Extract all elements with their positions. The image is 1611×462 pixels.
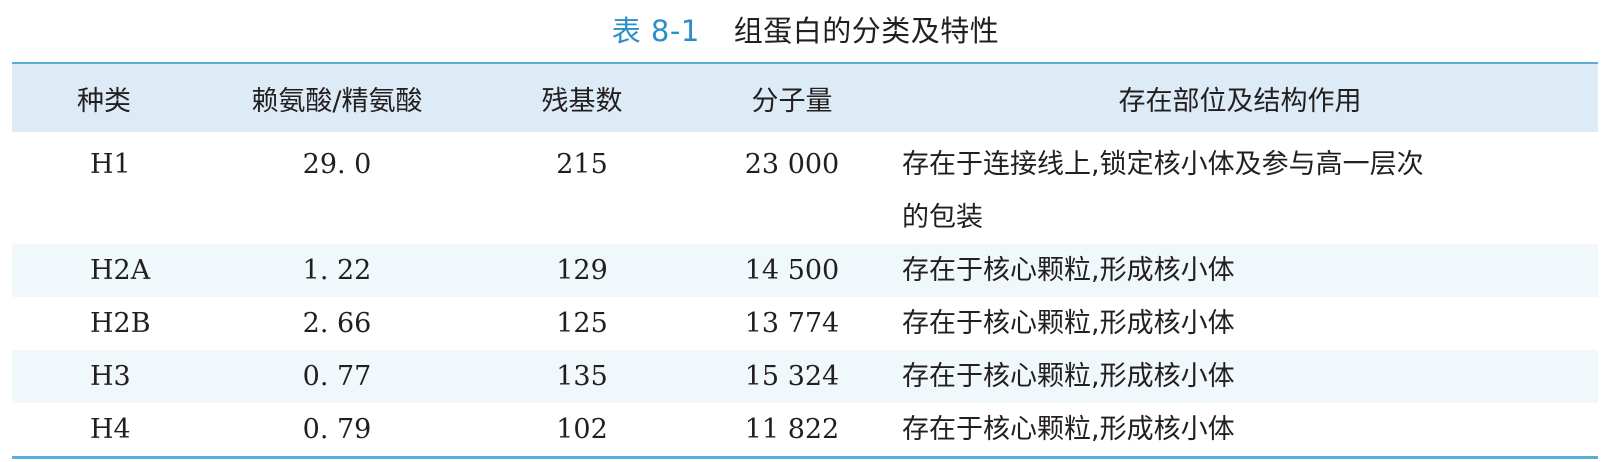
- cell-mass: 11 822: [744, 414, 840, 445]
- table-row: H2A 1. 22 129 14 500 存在于核心颗粒,形成核小体: [12, 244, 1598, 297]
- cell-mass: 23 000: [744, 149, 840, 180]
- header-location-function: 存在部位及结构作用: [1118, 85, 1362, 117]
- cell-residues: 135: [556, 361, 608, 392]
- table-header-row: 种类 赖氨酸/精氨酸 残基数 分子量 存在部位及结构作用: [12, 64, 1598, 132]
- cell-residues: 129: [556, 255, 608, 286]
- table-caption: 表 8-1 组蛋白的分类及特性: [0, 6, 1611, 52]
- cell-ratio: 0. 79: [302, 414, 372, 445]
- cell-ratio: 2. 66: [302, 308, 372, 339]
- table-row: H3 0. 77 135 15 324 存在于核心颗粒,形成核小体: [12, 350, 1598, 403]
- table-row: H4 0. 79 102 11 822 存在于核心颗粒,形成核小体: [12, 403, 1598, 456]
- header-type: 种类: [77, 85, 131, 117]
- cell-residues: 125: [556, 308, 608, 339]
- cell-type: H3: [90, 361, 131, 392]
- cell-residues: 102: [556, 414, 608, 445]
- header-residues: 残基数: [541, 85, 623, 117]
- histone-table: 种类 赖氨酸/精氨酸 残基数 分子量 存在部位及结构作用 H1 29. 0 21…: [12, 62, 1598, 459]
- cell-role-line: 存在于连接线上,锁定核小体及参与高一层次: [902, 149, 1424, 180]
- cell-role: 存在于核心颗粒,形成核小体: [902, 361, 1235, 392]
- cell-mass: 14 500: [744, 255, 840, 286]
- cell-mass: 15 324: [744, 361, 840, 392]
- cell-role-line: 的包装: [902, 202, 983, 233]
- cell-mass: 13 774: [744, 308, 840, 339]
- cell-type: H2B: [90, 308, 151, 339]
- cell-ratio: 0. 77: [302, 361, 372, 392]
- cell-type: H4: [90, 414, 131, 445]
- cell-role: 存在于核心颗粒,形成核小体: [902, 308, 1235, 339]
- table-row: H1 29. 0 215 23 000 存在于连接线上,锁定核小体及参与高一层次…: [12, 132, 1598, 244]
- cell-residues: 215: [556, 149, 608, 180]
- table-title: 组蛋白的分类及特性: [733, 14, 1000, 48]
- cell-role: 存在于核心颗粒,形成核小体: [902, 414, 1235, 445]
- table-row: H2B 2. 66 125 13 774 存在于核心颗粒,形成核小体: [12, 297, 1598, 350]
- cell-role: 存在于核心颗粒,形成核小体: [902, 255, 1235, 286]
- cell-type: H2A: [90, 255, 151, 286]
- cell-role: 存在于连接线上,锁定核小体及参与高一层次 的包装: [882, 138, 1598, 244]
- cell-ratio: 29. 0: [302, 149, 372, 180]
- cell-type: H1: [90, 149, 131, 180]
- header-lys-arg-ratio: 赖氨酸/精氨酸: [251, 85, 423, 117]
- table-number: 表 8-1: [611, 14, 700, 48]
- header-molecular-weight: 分子量: [751, 85, 833, 117]
- cell-ratio: 1. 22: [302, 255, 372, 286]
